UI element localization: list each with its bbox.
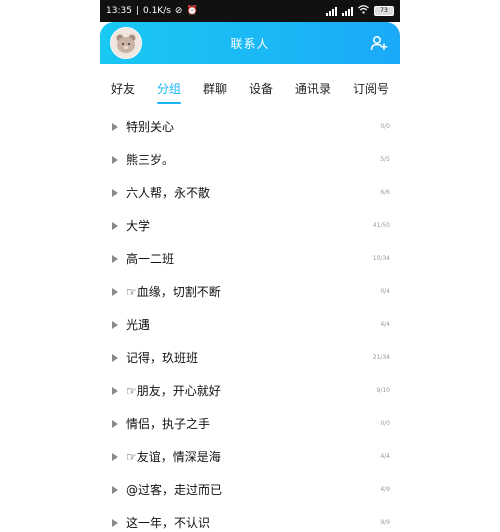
group-name: 这一年，不认识 — [126, 516, 211, 530]
group-name: 六人帮，永不散 — [126, 186, 211, 200]
group-name: 特别关心 — [126, 120, 175, 134]
battery-icon: 73 — [374, 6, 394, 16]
caret-right-icon — [112, 485, 118, 494]
caret-right-icon — [112, 254, 118, 263]
status-speed: 0.1K/s — [142, 6, 171, 16]
header-bar: 联系人 — [100, 22, 400, 64]
status-left: 13:35 | 0.1K/s ⊘ ⏰ — [106, 6, 198, 16]
caret-right-icon — [112, 386, 118, 395]
group-row[interactable]: 情侣，执子之手 0/0 — [100, 407, 400, 440]
wifi-icon — [358, 5, 369, 17]
status-right: 73 — [326, 5, 394, 17]
group-count: 9/10 — [376, 387, 390, 394]
caret-right-icon — [112, 188, 118, 197]
caret-right-icon — [112, 419, 118, 428]
tab-group-chats[interactable]: 群聊 — [201, 78, 229, 99]
caret-right-icon — [112, 452, 118, 461]
group-name: 熊三岁。 — [126, 153, 175, 167]
phone-screen: 13:35 | 0.1K/s ⊘ ⏰ 73 联系人 好友 分组 群聊 设备 通讯… — [100, 0, 400, 532]
left-background — [0, 0, 100, 532]
group-row[interactable]: 特别关心 0/0 — [100, 110, 400, 143]
caret-right-icon — [112, 320, 118, 329]
group-row[interactable]: ☞友谊，情深是海 4/4 — [100, 440, 400, 473]
tab-friends[interactable]: 好友 — [109, 78, 137, 99]
add-friend-icon — [370, 36, 388, 51]
caret-right-icon — [112, 353, 118, 362]
group-name: 记得，玖班班 — [126, 351, 199, 365]
group-row[interactable]: ☞朋友，开心就好 9/10 — [100, 374, 400, 407]
contact-tabs: 好友 分组 群聊 设备 通讯录 订阅号 — [100, 74, 400, 104]
battery-level: 73 — [380, 7, 388, 14]
group-name: @过客，走过而已 — [126, 483, 223, 497]
status-bar: 13:35 | 0.1K/s ⊘ ⏰ 73 — [100, 0, 400, 22]
group-count: 10/34 — [372, 255, 390, 262]
group-name: ☞血缘，切割不断 — [126, 285, 221, 299]
alarm-icon: ⏰ — [186, 6, 198, 16]
group-row[interactable]: 高一二班 10/34 — [100, 242, 400, 275]
group-count: 0/0 — [380, 123, 390, 130]
group-row[interactable]: ☞血缘，切割不断 0/4 — [100, 275, 400, 308]
group-row[interactable]: @过客，走过而已 4/9 — [100, 473, 400, 506]
group-count: 4/4 — [380, 453, 390, 460]
group-name: 高一二班 — [126, 252, 175, 266]
caret-right-icon — [112, 221, 118, 230]
group-count: 4/9 — [380, 486, 390, 493]
group-count: 9/9 — [380, 519, 390, 526]
group-list: 特别关心 0/0 熊三岁。 5/5 六人帮，永不散 6/6 大学 41/50 高一二班 1… — [100, 110, 400, 532]
avatar-bear-icon — [111, 28, 141, 58]
page-title: 联系人 — [230, 36, 270, 51]
group-name: 光遇 — [126, 318, 151, 332]
tab-groups[interactable]: 分组 — [155, 78, 183, 104]
group-count: 6/6 — [380, 189, 390, 196]
caret-right-icon — [112, 287, 118, 296]
mute-icon: ⊘ — [174, 6, 183, 16]
signal2-icon — [342, 6, 353, 16]
group-row[interactable]: 这一年，不认识 9/9 — [100, 506, 400, 532]
group-name: 大学 — [126, 219, 151, 233]
tab-phone-contacts[interactable]: 通讯录 — [293, 78, 333, 99]
group-row[interactable]: 熊三岁。 5/5 — [100, 143, 400, 176]
add-friend-button[interactable] — [368, 32, 390, 54]
group-count: 5/5 — [380, 156, 390, 163]
group-row[interactable]: 六人帮，永不散 6/6 — [100, 176, 400, 209]
caret-right-icon — [112, 518, 118, 527]
group-name: ☞朋友，开心就好 — [126, 384, 221, 398]
group-name: 情侣，执子之手 — [126, 417, 211, 431]
group-name: ☞友谊，情深是海 — [126, 450, 221, 464]
caret-right-icon — [112, 155, 118, 164]
status-time: 13:35 — [106, 6, 132, 16]
group-count: 0/4 — [380, 288, 390, 295]
group-count: 41/50 — [372, 222, 390, 229]
group-count: 21/34 — [372, 354, 390, 361]
avatar[interactable] — [110, 27, 142, 59]
signal-icon — [326, 6, 337, 16]
group-row[interactable]: 大学 41/50 — [100, 209, 400, 242]
right-background — [400, 0, 500, 532]
caret-right-icon — [112, 122, 118, 131]
group-count: 0/0 — [380, 420, 390, 427]
group-row[interactable]: 记得，玖班班 21/34 — [100, 341, 400, 374]
group-row[interactable]: 光遇 4/4 — [100, 308, 400, 341]
status-sep: | — [135, 6, 139, 16]
group-count: 4/4 — [380, 321, 390, 328]
tab-subscriptions[interactable]: 订阅号 — [351, 78, 391, 99]
tab-devices[interactable]: 设备 — [247, 78, 275, 99]
